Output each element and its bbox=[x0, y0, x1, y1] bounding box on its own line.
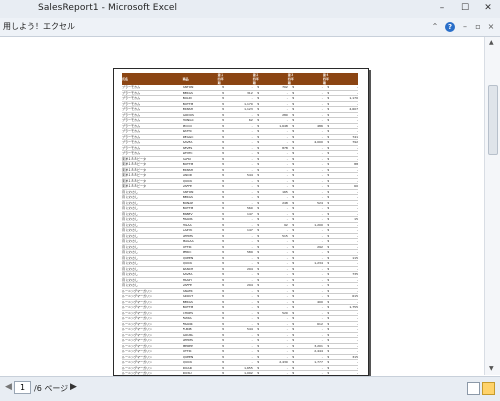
scroll-up-icon[interactable]: ▲ bbox=[489, 39, 494, 46]
column-header: 商品 bbox=[182, 73, 218, 85]
column-header bbox=[329, 73, 358, 85]
window-title: SalesReport1 - Microsoft Excel bbox=[38, 3, 178, 13]
page-number-input[interactable] bbox=[14, 381, 31, 394]
sales-table: 氏名 商品 第１四半期 第２四半期 第３四半期 第４四半期 ブラーモカム ANTON ¥ - ¥7… bbox=[122, 73, 358, 382]
maximize-button[interactable]: ☐ bbox=[459, 3, 471, 14]
status-bar: ◀ /6 ページ ▶ bbox=[0, 376, 500, 401]
quick-access-text: 用しよう！エクセル bbox=[3, 22, 75, 31]
help-icon[interactable]: ? bbox=[445, 22, 455, 32]
ribbon-collapse-icon[interactable]: ⌃ bbox=[430, 22, 440, 32]
scroll-down-icon[interactable]: ▼ bbox=[489, 365, 494, 372]
next-page-icon[interactable]: ▶ bbox=[70, 382, 77, 392]
column-header bbox=[224, 73, 253, 85]
sheet-table-wrapper: 氏名 商品 第１四半期 第２四半期 第３四半期 第４四半期 ブラーモカム ANTON ¥ - ¥7… bbox=[122, 73, 358, 382]
window-close-icon[interactable]: × bbox=[486, 22, 496, 32]
column-header bbox=[294, 73, 323, 85]
close-button[interactable]: ✕ bbox=[482, 3, 494, 14]
window-restore-icon[interactable]: ▫ bbox=[473, 22, 483, 32]
window-minimize-icon[interactable]: – bbox=[460, 22, 470, 32]
page-total: /6 ページ bbox=[34, 384, 69, 393]
column-header: 氏名 bbox=[122, 73, 183, 85]
header-row: 氏名 商品 第１四半期 第２四半期 第３四半期 第４四半期 bbox=[122, 73, 358, 85]
vertical-scrollbar[interactable]: ▲ ▼ bbox=[484, 37, 500, 375]
minimize-button[interactable]: – bbox=[436, 3, 448, 14]
title-bar: SalesReport1 - Microsoft Excel – ☐ ✕ bbox=[0, 0, 500, 18]
prev-page-icon[interactable]: ◀ bbox=[5, 382, 12, 392]
normal-view-icon[interactable] bbox=[467, 382, 480, 395]
page-layout-view-icon[interactable] bbox=[482, 382, 495, 395]
preview-page: 氏名 商品 第１四半期 第２四半期 第３四半期 第４四半期 ブラーモカム ANTON ¥ - ¥7… bbox=[113, 68, 369, 382]
scroll-thumb[interactable] bbox=[488, 85, 498, 155]
column-header bbox=[259, 73, 288, 85]
quick-access-bar: 用しよう！エクセル ⌃ ? – ▫ × bbox=[0, 18, 500, 37]
